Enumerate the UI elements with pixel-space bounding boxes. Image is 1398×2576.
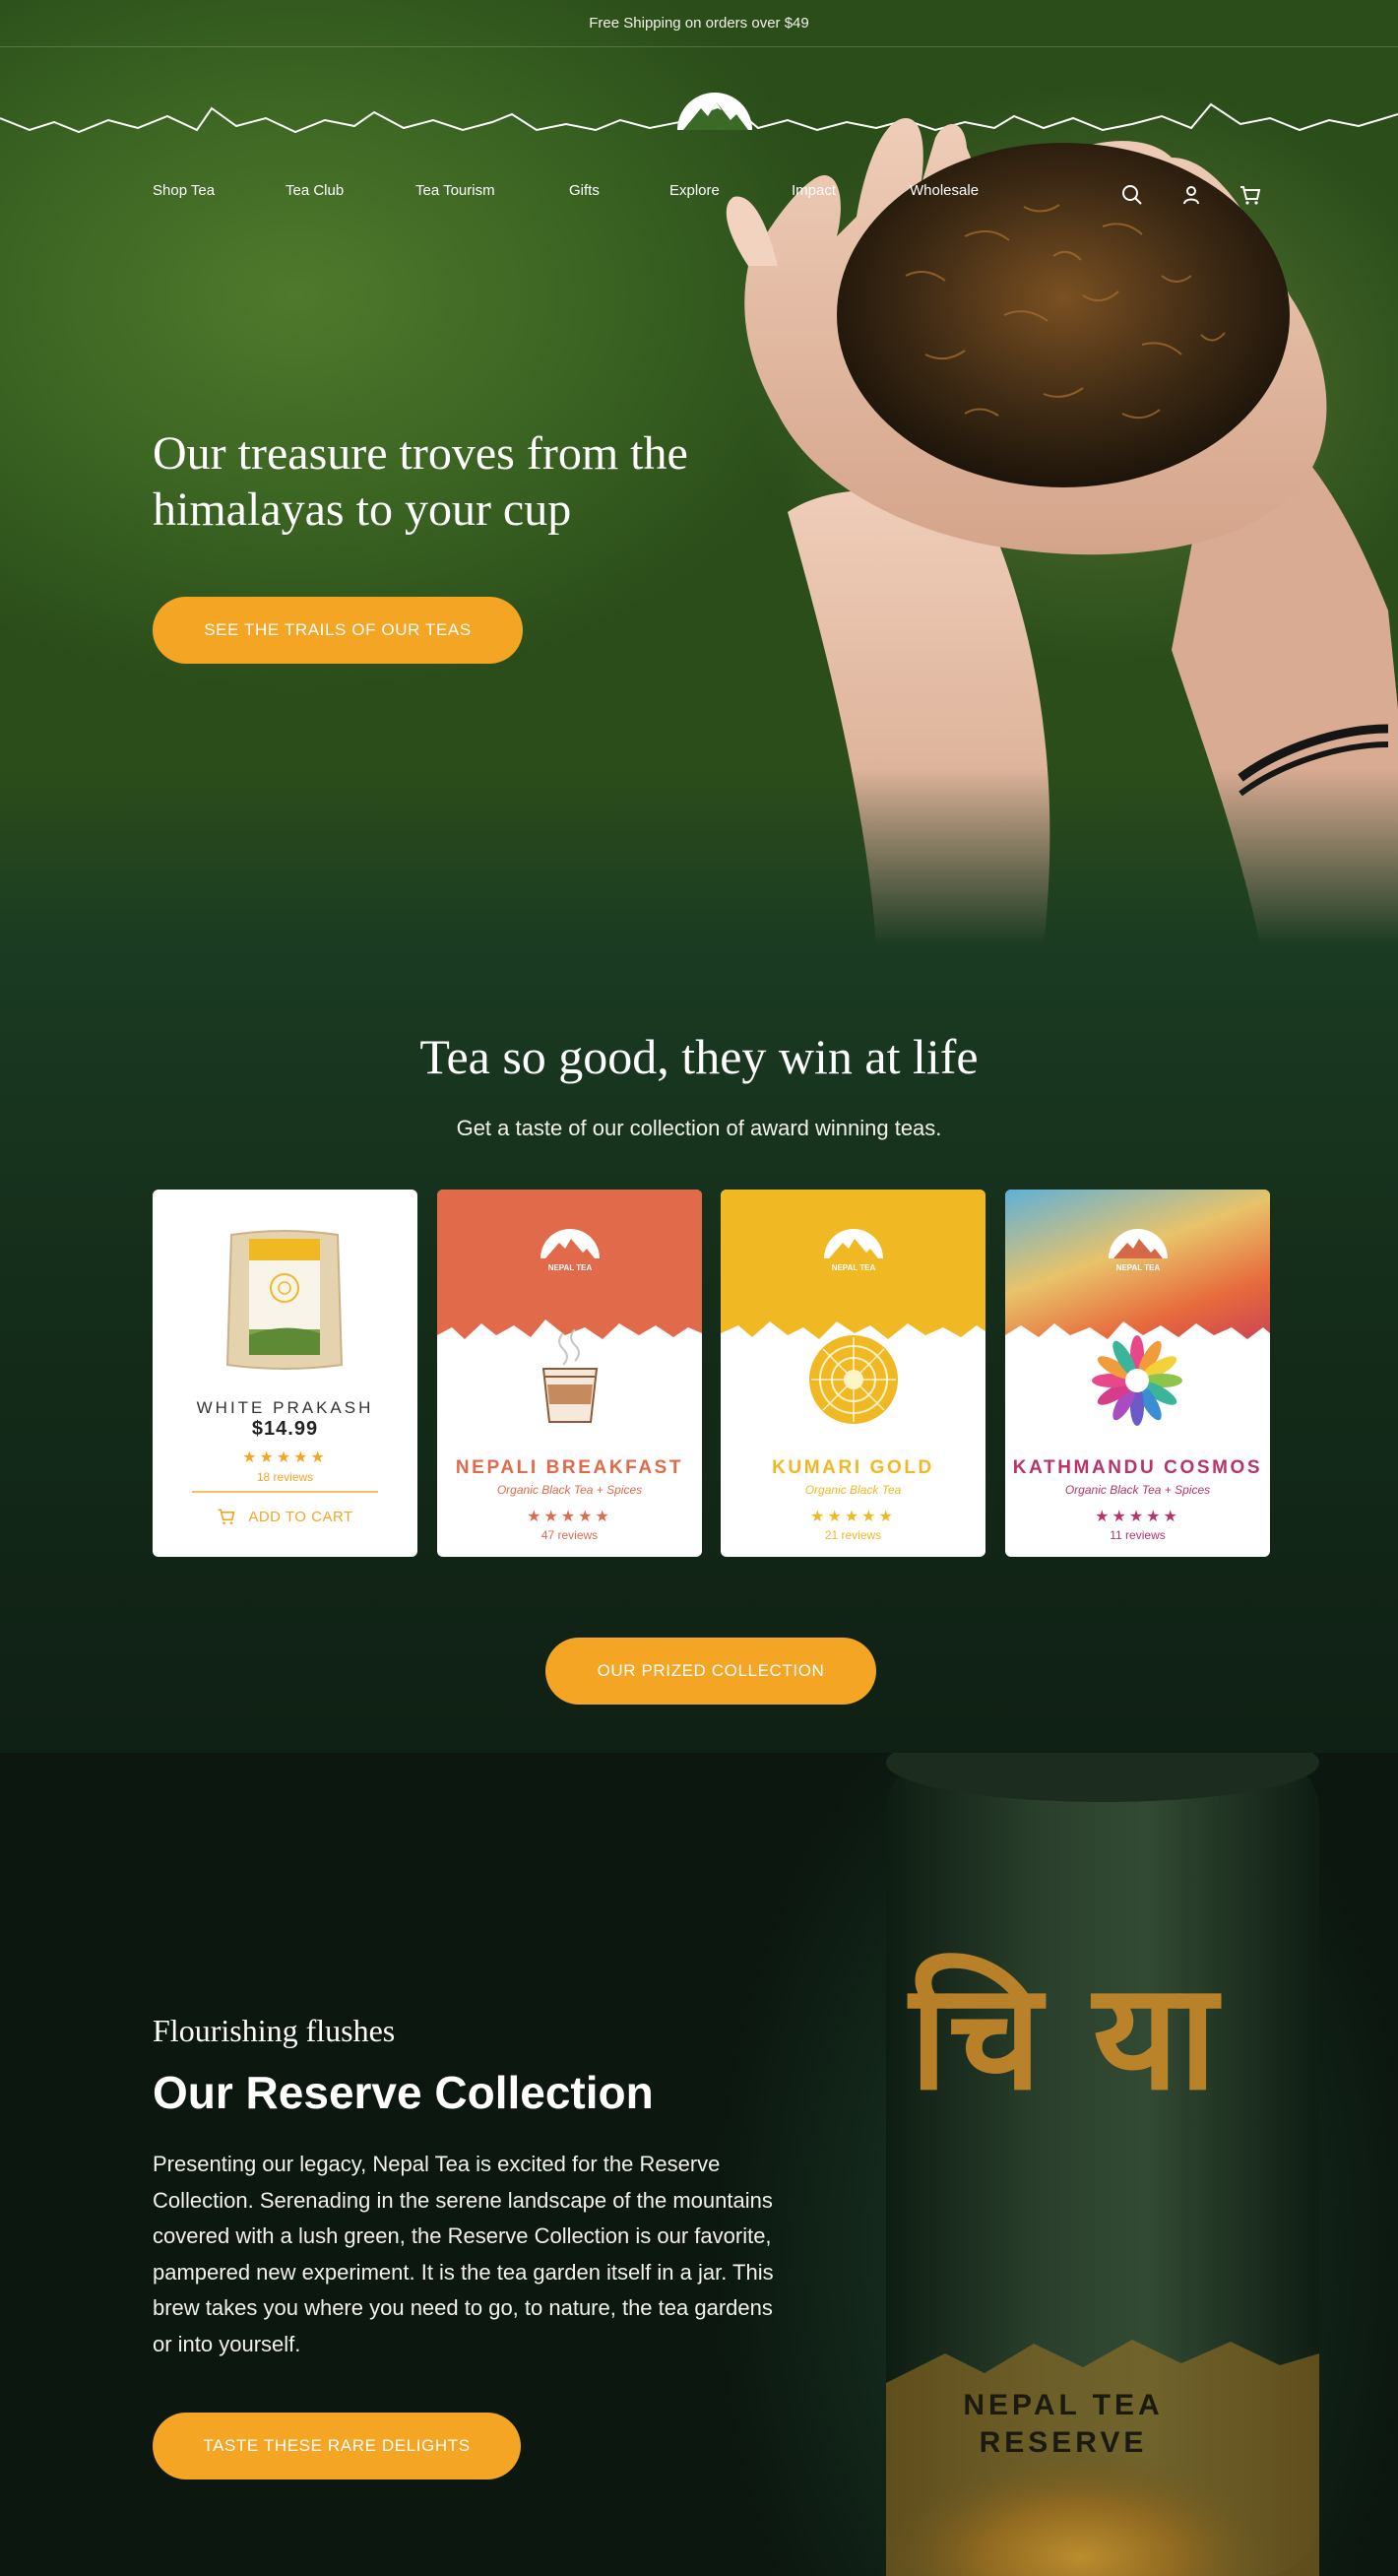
reserve-jar-image: चि या NEPAL TEA RESERVE (886, 1753, 1319, 2576)
prized-collection-button[interactable]: OUR PRIZED COLLECTION (545, 1638, 876, 1705)
product-card-kathmandu-cosmos[interactable]: NEPAL TEA KATHMANDU COSMOS Organic Black… (1005, 1190, 1270, 1557)
jar-label-reserve: RESERVE (980, 2426, 1148, 2459)
jar-script-text: चि या (907, 1952, 1222, 2123)
cosmos-flower-icon (1092, 1335, 1182, 1426)
taste-rare-delights-button[interactable]: TASTE THESE RARE DELIGHTS (153, 2413, 521, 2479)
nav-explore[interactable]: Explore (669, 182, 720, 199)
nav-gifts[interactable]: Gifts (569, 182, 600, 199)
jar-label-nepal-tea: NEPAL TEA (963, 2389, 1163, 2421)
see-trails-button[interactable]: SEE THE TRAILS OF OUR TEAS (153, 597, 523, 664)
add-to-cart-button[interactable]: ADD TO CART (153, 1507, 417, 1526)
nepal-tea-badge: NEPAL TEA (540, 1229, 600, 1272)
product-description: Organic Black Tea + Spices (1064, 1483, 1211, 1497)
nav-wholesale[interactable]: Wholesale (910, 182, 979, 199)
header-actions (1120, 183, 1262, 207)
shipping-banner-text: Free Shipping on orders over $49 (589, 15, 809, 32)
badge-text: NEPAL TEA (1116, 1263, 1161, 1272)
nav-impact[interactable]: Impact (792, 182, 836, 199)
nav-shop-tea[interactable]: Shop Tea (153, 182, 215, 199)
product-price: $14.99 (251, 1418, 319, 1440)
cart-icon (218, 1509, 235, 1524)
cart-icon[interactable] (1239, 183, 1262, 207)
product-name: WHITE PRAKASH (196, 1398, 374, 1417)
divider (192, 1491, 378, 1493)
star-rating: ★★★★★ (527, 1509, 612, 1525)
star-rating: ★★★★★ (1095, 1509, 1180, 1525)
award-section-title: Tea so good, they win at life (419, 1029, 979, 1084)
shipping-banner: Free Shipping on orders over $49 (0, 0, 1398, 47)
product-name: KATHMANDU COSMOS (1012, 1457, 1263, 1478)
product-name: NEPALI BREAKFAST (455, 1457, 684, 1478)
nepal-tea-badge: NEPAL TEA (824, 1229, 883, 1272)
user-icon[interactable] (1179, 183, 1203, 207)
review-count: 21 reviews (824, 1528, 882, 1542)
product-description: Organic Black Tea (804, 1483, 902, 1497)
review-count: 47 reviews (540, 1528, 599, 1542)
star-rating: ★★★★★ (810, 1509, 896, 1525)
review-count: 18 reviews (256, 1470, 314, 1484)
award-section-subtitle: Get a taste of our collection of award w… (456, 1116, 942, 1140)
white-prakash-package-image (225, 1230, 344, 1370)
badge-text: NEPAL TEA (548, 1263, 593, 1272)
chai-glass-icon (541, 1329, 599, 1423)
product-description: Organic Black Tea + Spices (496, 1483, 643, 1497)
nav-tea-club[interactable]: Tea Club (286, 182, 344, 199)
nav-tea-tourism[interactable]: Tea Tourism (415, 182, 495, 199)
hero-title: Our treasure troves from the himalayas t… (153, 427, 688, 536)
nepal-tea-badge: NEPAL TEA (1109, 1229, 1168, 1272)
product-name: KUMARI GOLD (772, 1457, 934, 1478)
product-card-nepali-breakfast[interactable]: NEPAL TEA NEPALI BREAKFAST Organic Black… (437, 1190, 702, 1557)
star-rating: ★★★★★ (242, 1449, 328, 1466)
reserve-title: Our Reserve Collection (153, 2067, 654, 2118)
product-card-white-prakash[interactable]: WHITE PRAKASH $14.99 ★★★★★ 18 reviews AD… (153, 1190, 417, 1557)
hands-holding-tea-image (726, 118, 1398, 945)
mandala-icon (809, 1335, 898, 1424)
product-card-kumari-gold[interactable]: NEPAL TEA KUMARI GOLD Organic Black Tea … (721, 1190, 985, 1557)
reserve-kicker: Flourishing flushes (153, 2013, 396, 2048)
hero-section: Free Shipping on orders over $49 Shop Te… (0, 0, 1398, 945)
badge-text: NEPAL TEA (832, 1263, 876, 1272)
search-icon[interactable] (1120, 183, 1144, 207)
review-count: 11 reviews (1110, 1528, 1166, 1542)
add-to-cart-label: ADD TO CART (248, 1508, 353, 1525)
reserve-description: Presenting our legacy, Nepal Tea is exci… (153, 2152, 774, 2356)
